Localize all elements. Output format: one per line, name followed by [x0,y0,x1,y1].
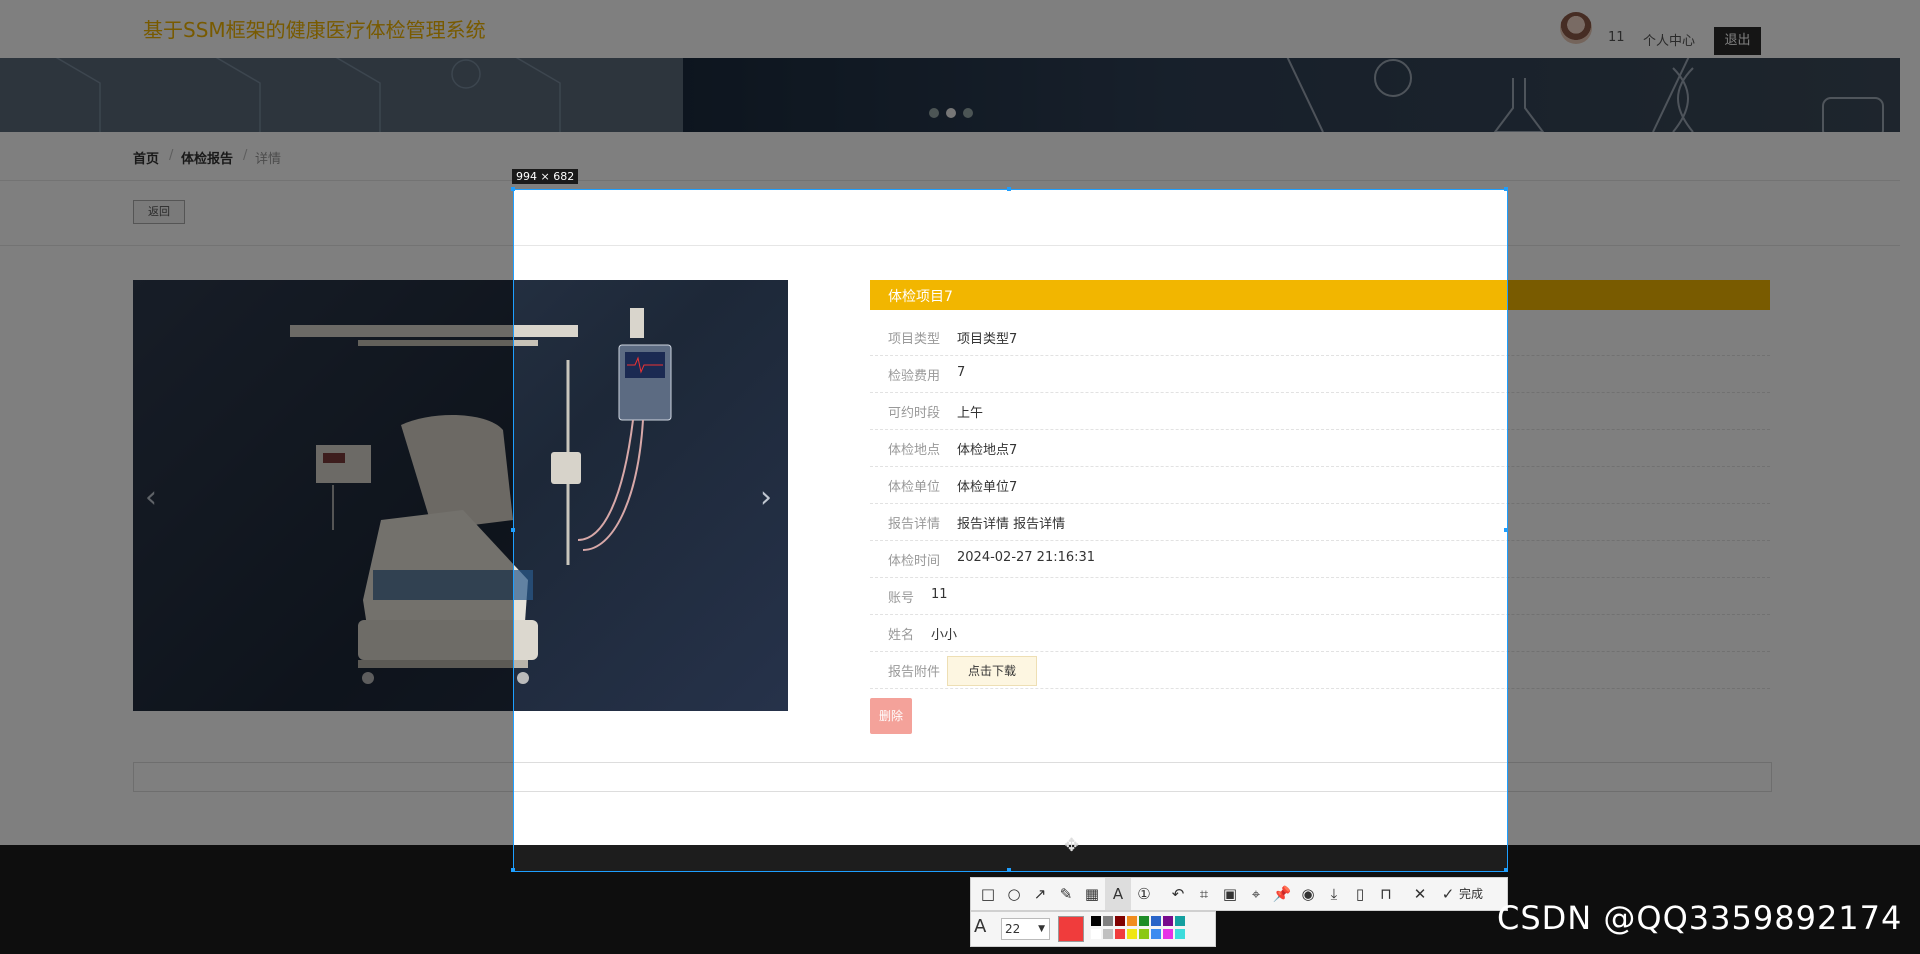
resize-handle[interactable] [1007,868,1011,872]
crosshair-cursor-icon: ✥ [1064,835,1080,856]
resize-handle[interactable] [1504,528,1508,532]
resize-handle[interactable] [1007,187,1011,191]
color-swatch[interactable] [1091,916,1101,926]
color-swatch[interactable] [1103,916,1113,926]
download-icon[interactable]: ⤓ [1321,878,1347,910]
pencil-tool-icon[interactable]: ✎ [1053,878,1079,910]
resize-handle[interactable] [511,528,515,532]
color-swatch[interactable] [1151,916,1161,926]
color-swatch[interactable] [1151,929,1161,939]
color-swatch[interactable] [1163,929,1173,939]
resize-handle[interactable] [1504,868,1508,872]
bookmark-icon[interactable]: ⊓ [1373,878,1399,910]
mobile-icon[interactable]: ▯ [1347,878,1373,910]
scan-icon[interactable]: ⌖ [1243,878,1269,910]
text-tool-icon[interactable]: A [1105,878,1131,910]
selection-size-label: 994 × 682 [512,169,579,184]
undo-icon[interactable]: ↶ [1165,878,1191,910]
check-icon[interactable]: ✓ [1435,878,1461,910]
color-swatch[interactable] [1139,929,1149,939]
close-icon[interactable]: ✕ [1407,878,1433,910]
dim-overlay-left [0,189,513,871]
color-swatch[interactable] [1091,929,1101,939]
chevron-down-icon: ▼ [1038,924,1045,934]
color-swatch[interactable] [1175,916,1185,926]
translate-icon[interactable]: ▣ [1217,878,1243,910]
record-icon[interactable]: ◉ [1295,878,1321,910]
color-swatch[interactable] [1163,916,1173,926]
color-swatch[interactable] [1139,916,1149,926]
color-swatch[interactable] [1115,929,1125,939]
color-swatch[interactable] [1127,929,1137,939]
font-size-select[interactable]: 22 ▼ [1001,918,1050,940]
color-swatch[interactable] [1127,916,1137,926]
capture-toolbar: □ ○ ↗ ✎ ▦ A ① ↶ ⌗ ▣ ⌖ 📌 ◉ ⤓ ▯ ⊓ ✕ ✓ 完成 [970,877,1508,911]
watermark: CSDN @QQ3359892174 [1497,899,1903,937]
mosaic-tool-icon[interactable]: ▦ [1079,878,1105,910]
resize-handle[interactable] [511,868,515,872]
font-size-icon: A [974,916,987,937]
arrow-tool-icon[interactable]: ↗ [1027,878,1053,910]
done-button[interactable]: 完成 [1459,878,1483,910]
number-marker-icon[interactable]: ① [1131,878,1157,910]
font-size-value: 22 [1005,922,1021,936]
ellipse-tool-icon[interactable]: ○ [1001,878,1027,910]
color-swatch[interactable] [1115,916,1125,926]
color-swatch[interactable] [1103,929,1113,939]
resize-handle[interactable] [511,187,515,191]
capture-selection-frame[interactable] [513,189,1508,872]
color-swatch[interactable] [1175,929,1185,939]
rectangle-tool-icon[interactable]: □ [975,878,1001,910]
dim-overlay-right [1507,189,1920,871]
ocr-icon[interactable]: ⌗ [1191,878,1217,910]
current-color-swatch[interactable] [1058,916,1084,942]
pin-icon[interactable]: 📌 [1269,878,1295,910]
dim-overlay-top [0,0,1920,189]
resize-handle[interactable] [1504,187,1508,191]
